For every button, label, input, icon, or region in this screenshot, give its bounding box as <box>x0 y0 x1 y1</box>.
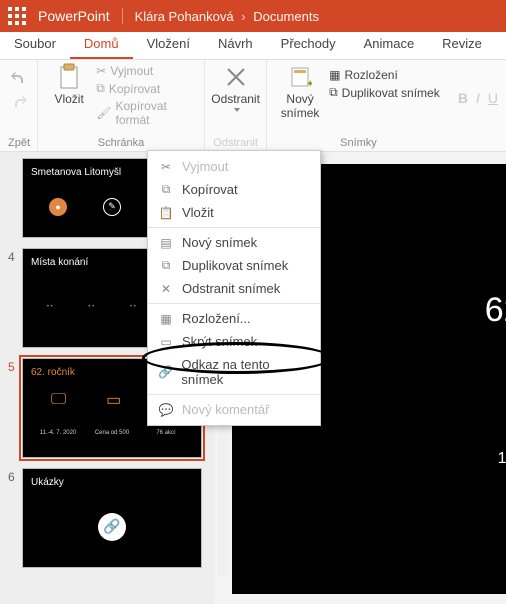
ribbon-tabs: Soubor Domů Vložení Návrh Přechody Anima… <box>0 32 506 60</box>
breadcrumb[interactable]: Klára Pohanková › Documents <box>123 9 319 24</box>
paste-label: Vložit <box>54 92 83 106</box>
breadcrumb-user: Klára Pohanková <box>135 9 234 24</box>
separator <box>148 303 320 304</box>
delete-sub-label: Odstranit <box>213 135 258 149</box>
link-icon: 🔗 <box>158 365 173 379</box>
scissors-icon: ✂ <box>96 64 106 78</box>
scissors-icon: ✂ <box>158 160 174 174</box>
svg-text:✦: ✦ <box>306 79 312 89</box>
tab-soubor[interactable]: Soubor <box>0 32 70 59</box>
undo-icon[interactable] <box>10 70 28 88</box>
chevron-right-icon: › <box>241 9 245 24</box>
thumb-title: Ukázky <box>31 477 193 488</box>
duplicate-slide-button[interactable]: ⧉ Duplikovat snímek <box>329 85 440 100</box>
ctx-paste[interactable]: 📋Vložit <box>148 201 320 224</box>
circle-icon: ✎ <box>103 198 121 216</box>
undo-group-label: Zpět <box>8 135 29 149</box>
thumb-caption: Cena od 500 <box>87 430 137 436</box>
thumb-number: 4 <box>8 248 22 348</box>
clipboard-group-label: Schránka <box>46 135 196 149</box>
slide-title: 62. <box>485 291 506 330</box>
thumb-caption: 11.-4. 7. 2020 <box>33 430 83 436</box>
ctx-new-comment[interactable]: 💬Nový komentář <box>148 398 320 421</box>
tab-navrh[interactable]: Návrh <box>204 32 267 59</box>
ctx-copy[interactable]: ⧉Kopírovat <box>148 178 320 201</box>
thumb-number: 6 <box>8 468 22 568</box>
ribbon: Zpět Vložit ✂ Vyjmout ⧉ Kopírovat 🖌 Kopí… <box>0 60 506 152</box>
italic-button[interactable]: I <box>476 90 480 106</box>
slide-thumbnail[interactable]: Ukázky 🔗 <box>22 468 202 568</box>
duplicate-icon: ⧉ <box>158 258 174 273</box>
ctx-duplicate-slide[interactable]: ⧉Duplikovat snímek <box>148 254 320 277</box>
ctx-cut[interactable]: ✂Vyjmout <box>148 155 320 178</box>
layout-button[interactable]: ▦ Rozložení <box>329 68 440 82</box>
app-launcher-icon[interactable] <box>8 7 26 25</box>
chevron-down-icon <box>234 108 240 112</box>
copy-icon: ⧉ <box>96 81 105 96</box>
layout-icon: ▦ <box>329 68 340 82</box>
tab-revize[interactable]: Revize <box>428 32 496 59</box>
format-painter-button[interactable]: 🖌 Kopírovat formát <box>96 99 196 127</box>
duplicate-icon: ⧉ <box>329 85 338 100</box>
monitor-icon: 🖵 <box>51 391 66 409</box>
breadcrumb-location: Documents <box>253 9 319 24</box>
context-menu: ✂Vyjmout ⧉Kopírovat 📋Vložit ▤Nový snímek… <box>147 150 321 426</box>
thumb-number <box>8 158 22 238</box>
slides-group-label: Snímky <box>275 135 442 149</box>
separator <box>148 394 320 395</box>
ctx-hide-slide[interactable]: ▭Skrýt snímek <box>148 330 320 353</box>
money-icon: ▭ <box>106 390 121 410</box>
clipboard-icon: 📋 <box>158 206 174 220</box>
circle-icon: ● <box>49 198 67 216</box>
workspace: Smetanova Litomyšl ● ✎ ■ 4 Místa konání … <box>0 152 506 604</box>
copy-button[interactable]: ⧉ Kopírovat <box>96 81 196 96</box>
comment-icon: 💬 <box>158 403 174 417</box>
thumb-number: 5 <box>8 358 22 458</box>
app-name: PowerPoint <box>38 8 123 24</box>
layout-icon: ▦ <box>158 312 174 326</box>
title-bar: PowerPoint Klára Pohanková › Documents <box>0 0 506 32</box>
cut-button[interactable]: ✂ Vyjmout <box>96 64 196 78</box>
thumb-caption: 76 akcí <box>141 430 191 436</box>
redo-icon[interactable] <box>10 94 28 112</box>
new-slide-button[interactable]: ✦ Nový snímek <box>275 64 325 120</box>
slide-date: 11. 6 <box>498 450 506 468</box>
tab-prechody[interactable]: Přechody <box>267 32 350 59</box>
tab-vlozeni[interactable]: Vložení <box>133 32 204 59</box>
ctx-delete-slide[interactable]: ✕Odstranit snímek <box>148 277 320 300</box>
copy-icon: ⧉ <box>158 182 174 197</box>
paste-button[interactable]: Vložit <box>46 64 92 106</box>
link-icon: 🔗 <box>98 513 126 541</box>
delete-slide-button[interactable]: Odstranit <box>211 64 260 112</box>
ctx-link-to-slide[interactable]: 🔗Odkaz na tento snímek <box>148 353 320 391</box>
delete-icon: ✕ <box>158 282 174 296</box>
underline-button[interactable]: U <box>488 90 498 106</box>
bold-button[interactable]: B <box>458 90 468 106</box>
tab-domu[interactable]: Domů <box>70 32 133 59</box>
brush-icon: 🖌 <box>96 106 111 120</box>
ctx-new-slide[interactable]: ▤Nový snímek <box>148 231 320 254</box>
hide-icon: ▭ <box>158 335 174 349</box>
separator <box>148 227 320 228</box>
new-slide-icon: ▤ <box>158 236 174 250</box>
ctx-layout[interactable]: ▦Rozložení... <box>148 307 320 330</box>
tab-animace[interactable]: Animace <box>350 32 429 59</box>
